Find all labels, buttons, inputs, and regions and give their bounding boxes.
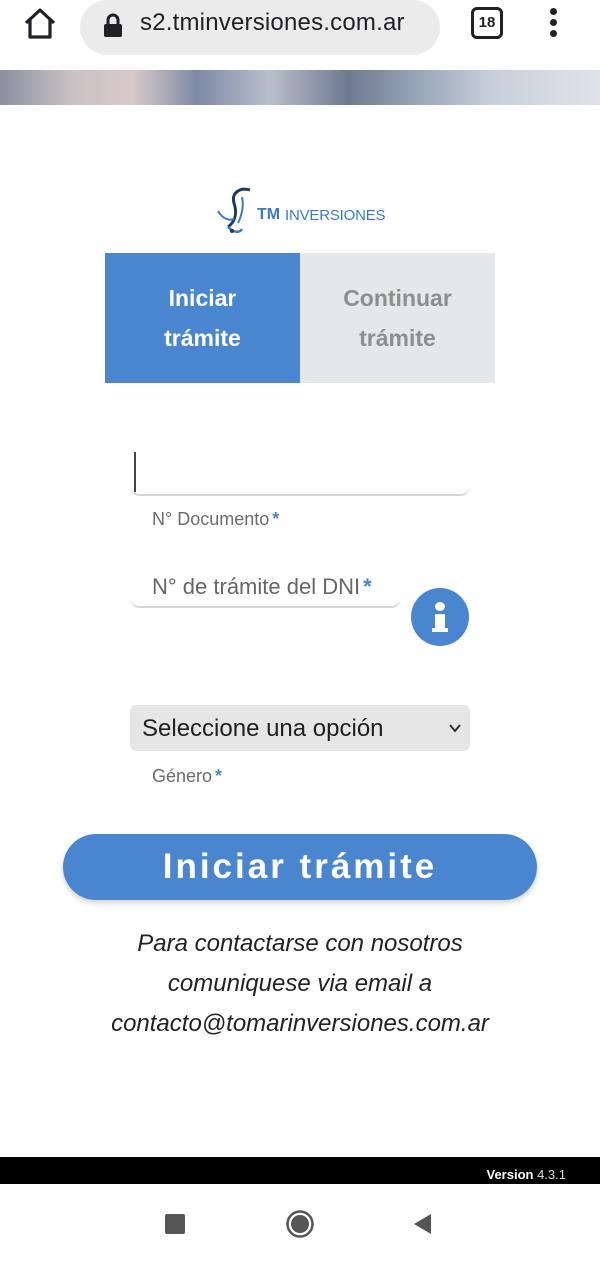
contact-info: Para contactarse con nosotros comuniques… xyxy=(0,924,600,1044)
contact-line: Para contactarse con nosotros xyxy=(137,930,463,957)
documento-input[interactable] xyxy=(130,448,470,496)
nav-home-icon[interactable] xyxy=(285,1209,315,1239)
tab-iniciar-tramite[interactable]: Iniciar trámite xyxy=(105,253,300,383)
version-text: Version 4.3.1 xyxy=(486,1167,566,1182)
required-mark: * xyxy=(363,574,372,599)
documento-label: N° Documento * xyxy=(152,509,280,529)
nav-back-icon[interactable] xyxy=(411,1212,433,1236)
tabs-icon[interactable]: 18 xyxy=(471,7,503,39)
required-mark: * xyxy=(215,766,223,786)
text-caret xyxy=(134,452,136,492)
logo-mark-icon xyxy=(217,187,251,233)
logo-text: INVERSIONES xyxy=(285,207,386,224)
tramite-dni-placeholder: N° de trámite del DNI * xyxy=(152,574,372,599)
tab-label: Continuar trámite xyxy=(343,285,452,351)
url-text: s2.tminversiones.com.ar xyxy=(140,9,405,36)
genero-selected-value: Seleccione una opción xyxy=(142,715,384,742)
iniciar-tramite-button[interactable]: Iniciar trámite xyxy=(63,834,537,900)
contact-email: contacto@tomarinversiones.com.ar xyxy=(111,1010,489,1037)
chevron-down-icon xyxy=(449,724,461,733)
logo-text-bold: TM xyxy=(257,206,281,223)
header-banner-image xyxy=(0,70,600,105)
overflow-menu-icon[interactable] xyxy=(540,6,566,42)
home-icon[interactable] xyxy=(22,6,58,40)
nav-recents-icon[interactable] xyxy=(165,1214,185,1234)
tab-continuar-tramite[interactable]: Continuar trámite xyxy=(300,253,495,383)
browser-toolbar: s2.tminversiones.com.ar 18 xyxy=(0,0,600,70)
address-bar[interactable]: s2.tminversiones.com.ar xyxy=(80,0,440,55)
required-mark: * xyxy=(272,509,280,529)
tab-label: Iniciar trámite xyxy=(164,285,241,351)
info-icon[interactable] xyxy=(411,588,469,646)
lock-icon xyxy=(104,13,122,37)
genero-label: Género * xyxy=(152,766,223,786)
contact-line: comuniquese via email a xyxy=(167,970,433,997)
genero-select[interactable]: Seleccione una opción xyxy=(130,705,470,751)
